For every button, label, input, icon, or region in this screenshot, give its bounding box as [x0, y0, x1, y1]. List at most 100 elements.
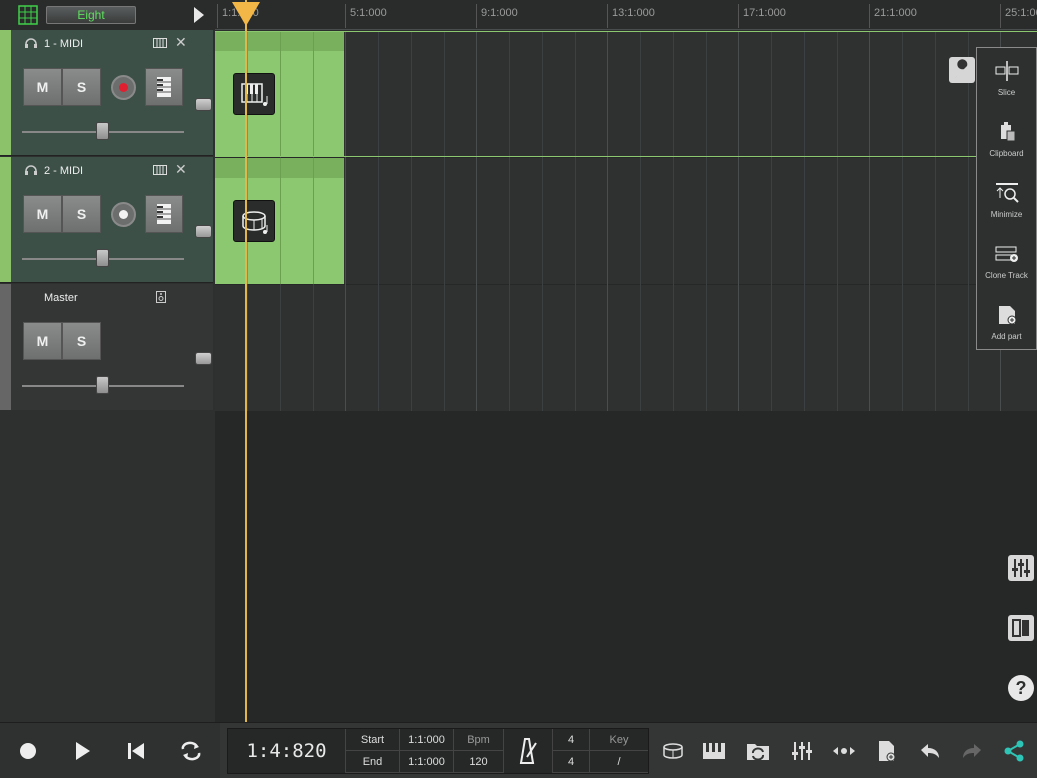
track-name[interactable]: 1 - MIDI [44, 38, 83, 50]
piano-editor-icon[interactable] [701, 738, 727, 764]
record-icon [119, 210, 128, 219]
part-divider [280, 31, 281, 157]
tool-label: Clone Track [985, 271, 1028, 280]
clipboard-tool-button[interactable]: Clipboard [977, 109, 1036, 169]
playhead-marker-icon[interactable] [232, 2, 260, 26]
help-icon[interactable]: ? [1007, 674, 1035, 702]
volume-slider[interactable] [22, 122, 184, 140]
midi-part-1[interactable] [215, 31, 344, 157]
play-button[interactable] [67, 736, 97, 766]
timeline-ruler[interactable]: 1:1:000 5:1:000 9:1:000 13:1:000 17:1:00… [215, 0, 1037, 30]
ruler-mark: 5:1:000 [345, 4, 387, 28]
tool-label: Minimize [990, 210, 1023, 219]
record-button[interactable] [13, 736, 43, 766]
wrench-tools-button[interactable] [949, 57, 975, 83]
solo-button[interactable]: S [62, 322, 101, 360]
volume-slider[interactable] [22, 249, 184, 267]
clipboard-icon [1001, 122, 1016, 142]
part-divider [313, 31, 314, 157]
master-lane[interactable] [215, 285, 1037, 411]
top-toolbar: Eight [0, 0, 215, 30]
minimize-tool-button[interactable]: Minimize [977, 170, 1036, 230]
record-arm-button[interactable] [111, 75, 136, 100]
drum-icon [233, 200, 275, 242]
track-separator [215, 156, 1037, 157]
split-view-icon[interactable] [1007, 614, 1035, 642]
end-label: End [346, 751, 400, 773]
track-name: Master [44, 292, 78, 304]
horizontal-zoom-icon[interactable] [831, 738, 857, 764]
record-icon [119, 83, 128, 92]
end-value[interactable]: 1:1:000 [400, 751, 454, 773]
start-label: Start [346, 729, 400, 751]
master-track-header[interactable]: Master M S [0, 284, 213, 410]
keyboard-icon[interactable] [153, 38, 167, 48]
clone-track-icon [995, 246, 1018, 262]
track-header-1[interactable]: 1 - MIDI ✕ M S [0, 30, 213, 156]
grid-snap-icon[interactable] [18, 5, 38, 25]
part-divider [313, 158, 314, 284]
undo-icon[interactable] [917, 738, 943, 764]
track-resize-handle[interactable] [195, 225, 212, 238]
clone-track-tool-button[interactable]: Clone Track [977, 231, 1036, 291]
tool-label: Slice [997, 88, 1016, 97]
close-icon[interactable]: ✕ [175, 34, 187, 51]
ruler-mark: 9:1:000 [476, 4, 518, 28]
minimize-icon [996, 183, 1019, 203]
rewind-to-start-button[interactable] [121, 736, 151, 766]
mute-button[interactable]: M [23, 322, 62, 360]
drum-editor-icon[interactable] [660, 738, 686, 764]
record-arm-button[interactable] [111, 202, 136, 227]
start-value[interactable]: 1:1:000 [400, 729, 454, 751]
instrument-editor-button[interactable] [145, 68, 183, 106]
equalizer-icon[interactable] [789, 738, 815, 764]
track-separator [215, 31, 1037, 32]
sync-folder-icon[interactable] [745, 738, 771, 764]
solo-button[interactable]: S [62, 68, 101, 106]
mute-button[interactable]: M [23, 195, 62, 233]
share-icon[interactable] [1001, 738, 1027, 764]
solo-button[interactable]: S [62, 195, 101, 233]
loop-button[interactable] [176, 736, 206, 766]
key-value[interactable]: / [590, 751, 648, 773]
volume-slider-thumb[interactable] [96, 122, 109, 140]
redo-icon[interactable] [959, 738, 985, 764]
keyboard-icon[interactable] [153, 165, 167, 175]
bpm-value[interactable]: 120 [454, 751, 504, 773]
track-resize-handle[interactable] [195, 352, 212, 365]
bottom-toolbar: 1:4:820 Start 1:1:000 End 1:1:000 Bpm 12… [0, 722, 1037, 778]
ruler-mark: 25:1:000 [1000, 4, 1037, 28]
volume-slider[interactable] [22, 376, 184, 394]
tool-label: Clipboard [989, 149, 1024, 158]
close-icon[interactable]: ✕ [175, 161, 187, 178]
metronome-icon[interactable] [512, 735, 542, 767]
track-color-bar [0, 157, 11, 282]
transport-display: 1:4:820 Start 1:1:000 End 1:1:000 Bpm 12… [227, 728, 649, 774]
bpm-label: Bpm [454, 729, 504, 751]
instrument-editor-button[interactable] [145, 195, 183, 233]
time-signature-top[interactable]: 4 [552, 729, 590, 751]
mute-button[interactable]: M [23, 68, 62, 106]
transport-controls [0, 723, 220, 778]
arrange-view[interactable] [215, 31, 1037, 722]
snap-value-select[interactable]: Eight [46, 6, 136, 24]
add-file-icon[interactable] [874, 738, 900, 764]
track-color-bar [0, 284, 11, 410]
playhead[interactable] [245, 0, 247, 722]
midi-part-2[interactable] [215, 158, 344, 284]
slice-tool-button[interactable]: Slice [977, 48, 1036, 108]
add-part-tool-button[interactable]: Add part [977, 292, 1036, 352]
track-resize-handle[interactable] [195, 98, 212, 111]
piano-icon [233, 73, 275, 115]
volume-slider-thumb[interactable] [96, 376, 109, 394]
ruler-mark: 17:1:000 [738, 4, 786, 28]
song-position[interactable]: 1:4:820 [228, 729, 346, 773]
track-header-2[interactable]: 2 - MIDI ✕ M S [0, 157, 213, 283]
mixer-icon[interactable] [1007, 554, 1035, 582]
tool-label: Add part [991, 332, 1022, 341]
expand-arrow-icon[interactable] [194, 7, 204, 23]
time-signature-bottom[interactable]: 4 [552, 751, 590, 773]
track-name[interactable]: 2 - MIDI [44, 165, 83, 177]
volume-slider-thumb[interactable] [96, 249, 109, 267]
headphones-icon [25, 165, 37, 175]
